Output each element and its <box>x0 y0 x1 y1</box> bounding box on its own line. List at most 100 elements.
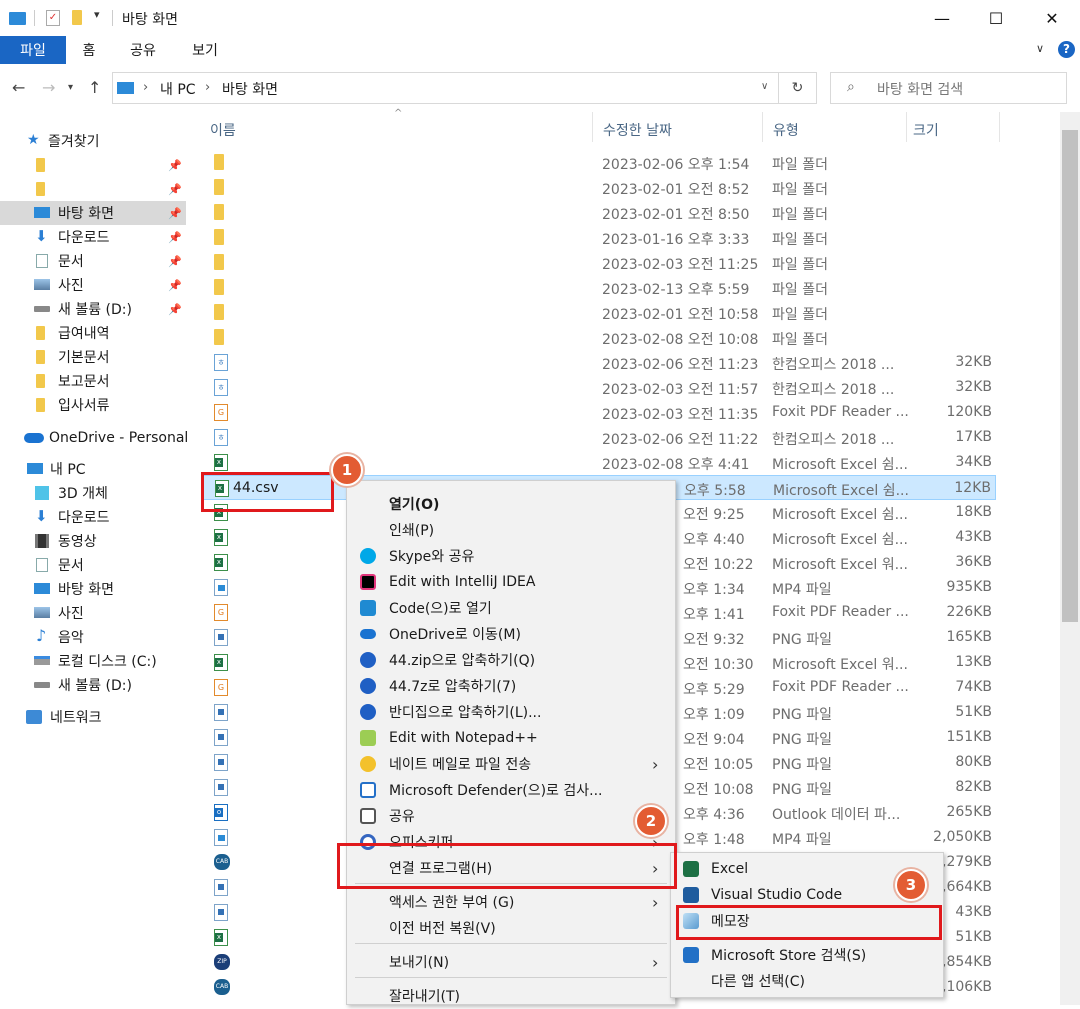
sidebar-item-documents[interactable]: 문서 <box>0 553 186 577</box>
pin-icon[interactable]: 📌 <box>168 207 182 220</box>
sidebar-item-onedrive[interactable]: OneDrive - Personal <box>0 426 188 450</box>
menu-item[interactable]: 반디집으로 압축하기(L)... <box>347 699 675 725</box>
up-arrow-icon[interactable]: ↑ <box>88 78 101 97</box>
minimize-button[interactable]: — <box>916 0 968 36</box>
menu-item[interactable]: 44.7z로 압축하기(7) <box>347 673 675 699</box>
onedrive-icon <box>360 629 376 639</box>
sidebar-item-volume-d[interactable]: 새 볼륨 (D:) 📌 <box>0 297 186 321</box>
file-row[interactable]: ㅎ 2023-02-06 오전 11:22 한컴오피스 2018 ... 17KB <box>202 425 996 450</box>
tab-share[interactable]: 공유 <box>118 36 168 64</box>
open-with-item[interactable]: 다른 앱 선택(C) <box>671 968 943 994</box>
sidebar-item-pictures[interactable]: 사진 <box>0 601 186 625</box>
sidebar-item-downloads[interactable]: ⬇ 다운로드 <box>0 505 186 529</box>
menu-item[interactable]: 잘라내기(T) <box>347 983 675 1009</box>
refresh-button[interactable]: ↻ <box>779 72 817 104</box>
back-arrow-icon[interactable]: ← <box>12 78 25 97</box>
maximize-button[interactable]: ☐ <box>970 0 1022 36</box>
sidebar-item-folder[interactable]: 기본문서 <box>0 345 186 369</box>
bandizip-icon <box>360 678 376 694</box>
column-header-type[interactable]: 유형 <box>773 120 799 140</box>
menu-item[interactable]: Skype와 공유 <box>347 543 675 569</box>
sidebar-item-desktop[interactable]: 바탕 화면 <box>0 577 186 601</box>
search-input[interactable]: 바탕 화면 검색 <box>877 79 963 99</box>
menu-item[interactable]: Code(으)로 열기 <box>347 595 675 621</box>
sidebar-item-quick-access[interactable]: ★ 즐겨찾기 <box>0 129 186 153</box>
search-box[interactable]: ⌕ 바탕 화면 검색 <box>830 72 1067 104</box>
file-row[interactable]: 2023-02-01 오전 8:52 파일 폴더 <box>202 175 996 200</box>
sidebar-item-folder[interactable]: 📌 <box>0 177 186 201</box>
sidebar-item-this-pc[interactable]: 내 PC <box>0 457 186 481</box>
help-button[interactable]: ? <box>1058 41 1075 58</box>
pin-icon[interactable]: 📌 <box>168 279 182 292</box>
breadcrumb-this-pc[interactable]: 내 PC <box>160 79 196 99</box>
sidebar-item-folder[interactable]: 입사서류 <box>0 393 186 417</box>
menu-item[interactable]: Edit with IntelliJ IDEA <box>347 569 675 595</box>
sidebar-item-3d-objects[interactable]: 3D 개체 <box>0 481 186 505</box>
menu-item[interactable]: 이전 버전 복원(V) <box>347 915 675 941</box>
address-bar[interactable]: › 내 PC › 바탕 화면 ∨ <box>112 72 779 104</box>
file-type: Microsoft Excel 쉼... <box>772 457 908 473</box>
sidebar-item-folder[interactable]: 보고문서 <box>0 369 186 393</box>
new-folder-icon[interactable] <box>72 10 82 25</box>
menu-item[interactable]: 공유 <box>347 803 675 829</box>
column-divider[interactable] <box>999 112 1000 142</box>
forward-arrow-icon[interactable]: → <box>42 78 55 97</box>
column-header-name[interactable]: 이름 <box>210 120 236 140</box>
sidebar-item-documents[interactable]: 문서 📌 <box>0 249 186 273</box>
column-divider[interactable] <box>906 112 907 142</box>
menu-item[interactable]: 인쇄(P) <box>347 517 675 543</box>
file-row[interactable]: 2023-02-06 오후 1:54 파일 폴더 <box>202 150 996 175</box>
sidebar-item-music[interactable]: ♪ 음악 <box>0 625 186 649</box>
menu-item[interactable]: 액세스 권한 부여 (G) › <box>347 889 675 915</box>
file-type: Microsoft Excel 워... <box>772 657 908 673</box>
file-row[interactable]: 2023-02-03 오전 11:25 파일 폴더 <box>202 250 996 275</box>
file-row[interactable]: 2023-02-13 오후 5:59 파일 폴더 <box>202 275 996 300</box>
quick-access-toolbar-chevron-icon[interactable]: ▾ <box>94 8 100 21</box>
column-header-size[interactable]: 크기 <box>913 120 939 140</box>
file-row[interactable]: 2023-02-01 오전 8:50 파일 폴더 <box>202 200 996 225</box>
open-with-item[interactable]: Microsoft Store 검색(S) <box>671 942 943 968</box>
pin-icon[interactable]: 📌 <box>168 159 182 172</box>
breadcrumb-desktop[interactable]: 바탕 화면 <box>222 79 278 99</box>
recent-locations-chevron-icon[interactable]: ▾ <box>68 82 73 93</box>
sidebar-item-network[interactable]: 네트워크 <box>0 705 186 729</box>
file-row[interactable]: ㅎ 2023-02-03 오전 11:57 한컴오피스 2018 ... 32KB <box>202 375 996 400</box>
sidebar-item-folder[interactable]: 급여내역 <box>0 321 186 345</box>
address-dropdown-chevron-icon[interactable]: ∨ <box>761 81 768 92</box>
file-row[interactable]: 2023-02-08 오전 10:08 파일 폴더 <box>202 325 996 350</box>
menu-item[interactable]: 44.zip으로 압축하기(Q) <box>347 647 675 673</box>
file-row[interactable]: 2023-01-16 오후 3:33 파일 폴더 <box>202 225 996 250</box>
menu-item[interactable]: 보내기(N) › <box>347 949 675 975</box>
file-row[interactable]: ㅎ 2023-02-06 오전 11:23 한컴오피스 2018 ... 32KB <box>202 350 996 375</box>
menu-item[interactable]: 열기(O) <box>347 491 675 517</box>
pin-icon[interactable]: 📌 <box>168 183 182 196</box>
sidebar-item-downloads[interactable]: ⬇ 다운로드 📌 <box>0 225 186 249</box>
pin-icon[interactable]: 📌 <box>168 255 182 268</box>
properties-icon[interactable]: ✓ <box>46 10 60 26</box>
tab-home[interactable]: 홈 <box>66 36 112 64</box>
column-divider[interactable] <box>592 112 593 142</box>
sidebar-item-videos[interactable]: 동영상 <box>0 529 186 553</box>
tab-file[interactable]: 파일 <box>0 36 66 64</box>
pin-icon[interactable]: 📌 <box>168 231 182 244</box>
file-row[interactable]: 2023-02-01 오전 10:58 파일 폴더 <box>202 300 996 325</box>
menu-item[interactable]: Microsoft Defender(으)로 검사... <box>347 777 675 803</box>
close-button[interactable]: ✕ <box>1026 0 1078 36</box>
menu-item[interactable]: OneDrive로 이동(M) <box>347 621 675 647</box>
pin-icon[interactable]: 📌 <box>168 303 182 316</box>
column-header-date[interactable]: 수정한 날짜 <box>603 120 672 140</box>
sidebar-item-local-disk-c[interactable]: 로컬 디스크 (C:) <box>0 649 186 673</box>
sidebar-item-folder[interactable]: 📌 <box>0 153 186 177</box>
sidebar-item-volume-d[interactable]: 새 볼륨 (D:) <box>0 673 186 697</box>
sidebar-item-desktop[interactable]: 바탕 화면 📌 <box>0 201 186 225</box>
scrollbar-thumb[interactable] <box>1062 130 1078 622</box>
file-type: Microsoft Excel 쉼... <box>772 532 908 548</box>
intellij-icon <box>360 574 376 590</box>
sidebar-item-pictures[interactable]: 사진 📌 <box>0 273 186 297</box>
menu-item[interactable]: 네이트 메일로 파일 전송 › <box>347 751 675 777</box>
expand-ribbon-icon[interactable]: ∨ <box>1036 42 1044 55</box>
menu-item[interactable]: Edit with Notepad++ <box>347 725 675 751</box>
file-row[interactable]: G 2023-02-03 오전 11:35 Foxit PDF Reader ...… <box>202 400 996 425</box>
tab-view[interactable]: 보기 <box>180 36 230 64</box>
column-divider[interactable] <box>762 112 763 142</box>
